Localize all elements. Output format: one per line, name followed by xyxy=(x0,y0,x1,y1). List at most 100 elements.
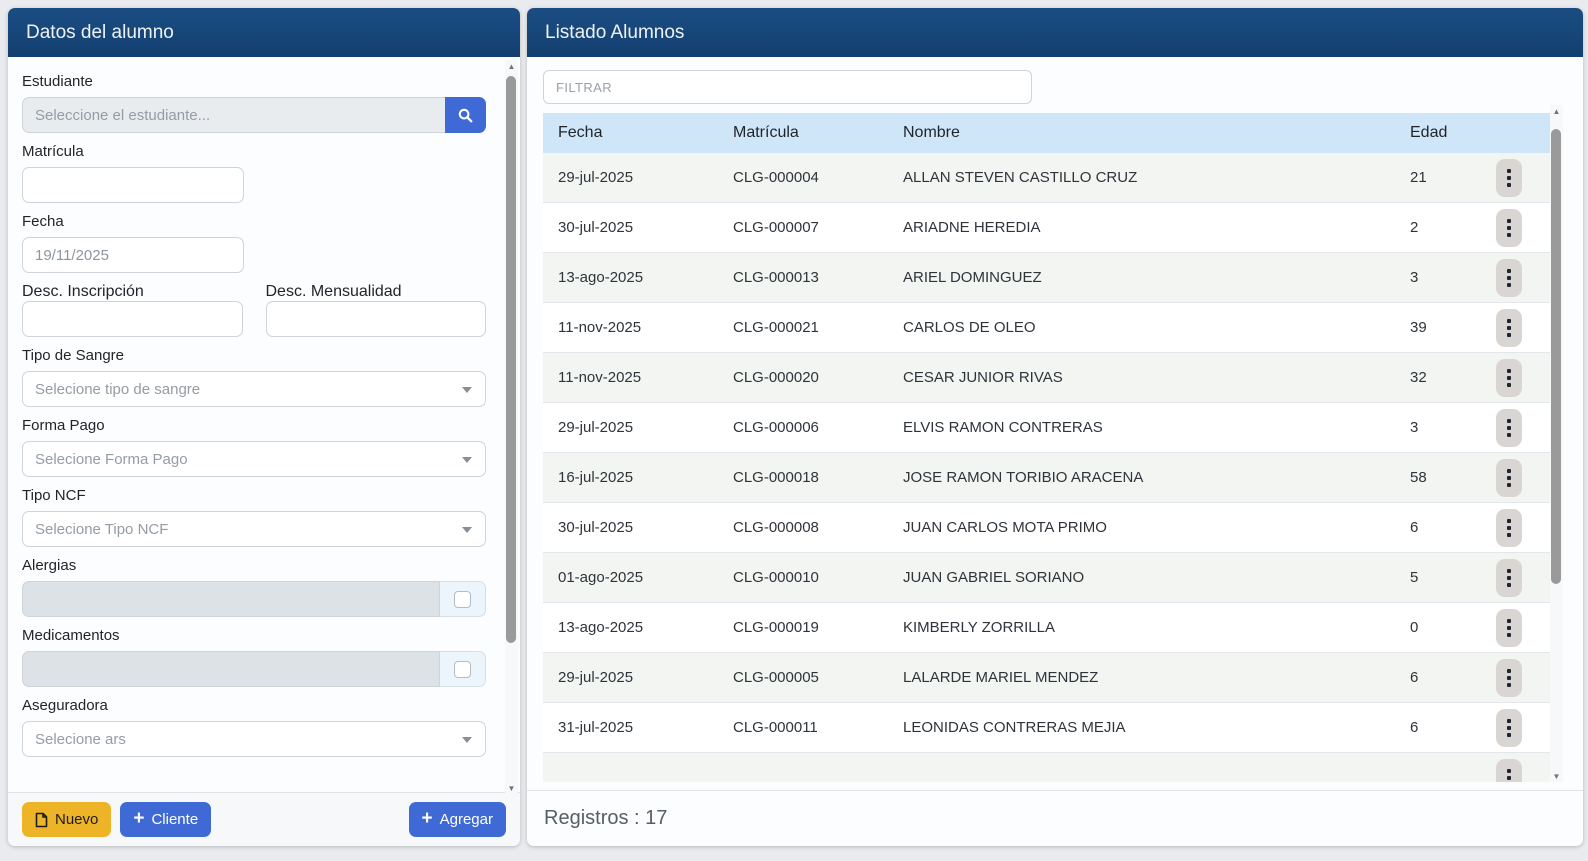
kebab-dot xyxy=(1507,283,1511,287)
cell-actions xyxy=(1490,459,1552,497)
descuentos-field-row: Desc. Inscripción Desc. Mensualidad xyxy=(22,283,486,337)
scroll-up-icon[interactable]: ▲ xyxy=(1550,105,1563,117)
kebab-dot xyxy=(1507,569,1511,573)
medicamentos-label: Medicamentos xyxy=(22,627,486,644)
cell-matricula: CLG-000006 xyxy=(718,419,888,436)
students-table: FechaMatrículaNombreEdad 29-jul-2025CLG-… xyxy=(543,113,1552,782)
table-row xyxy=(543,753,1552,782)
kebab-dot xyxy=(1507,419,1511,423)
scroll-down-icon[interactable]: ▼ xyxy=(505,782,518,794)
cell-actions xyxy=(1490,359,1552,397)
cell-nombre: ARIADNE HEREDIA xyxy=(888,219,1395,236)
cell-nombre: JOSE RAMON TORIBIO ARACENA xyxy=(888,469,1395,486)
aseguradora-select[interactable]: Selecione ars xyxy=(22,721,486,757)
desc-inscripcion-input[interactable] xyxy=(22,301,243,337)
cell-fecha: 29-jul-2025 xyxy=(543,669,718,686)
row-actions-button[interactable] xyxy=(1496,209,1522,247)
student-search-button[interactable] xyxy=(445,97,486,133)
cell-nombre: KIMBERLY ZORRILLA xyxy=(888,619,1395,636)
kebab-dot xyxy=(1507,383,1511,387)
cell-edad: 58 xyxy=(1395,469,1490,486)
row-actions-button[interactable] xyxy=(1496,609,1522,647)
cell-edad: 2 xyxy=(1395,219,1490,236)
row-actions-button[interactable] xyxy=(1496,759,1522,783)
left-scrollbar-thumb[interactable] xyxy=(506,76,516,643)
cliente-button[interactable]: + Cliente xyxy=(120,802,211,837)
forma-pago-select[interactable]: Selecione Forma Pago xyxy=(22,441,486,477)
row-actions-button[interactable] xyxy=(1496,559,1522,597)
cell-matricula: CLG-000013 xyxy=(718,269,888,286)
agregar-button[interactable]: + Agregar xyxy=(409,802,506,837)
row-actions-button[interactable] xyxy=(1496,659,1522,697)
kebab-dot xyxy=(1507,676,1511,680)
alergias-checkbox[interactable] xyxy=(454,591,471,608)
filter-input[interactable] xyxy=(543,70,1032,104)
scroll-down-icon[interactable]: ▼ xyxy=(1550,770,1563,782)
desc-mensualidad-input[interactable] xyxy=(266,301,487,337)
medicamentos-checkbox[interactable] xyxy=(454,661,471,678)
left-panel-title: Datos del alumno xyxy=(26,22,174,44)
table-scrollbar[interactable]: ▲ ▼ xyxy=(1550,105,1563,782)
table-row: 31-jul-2025CLG-000011LEONIDAS CONTRERAS … xyxy=(543,703,1552,753)
tipo-sangre-label: Tipo de Sangre xyxy=(22,347,486,364)
row-actions-button[interactable] xyxy=(1496,309,1522,347)
estudiante-input[interactable] xyxy=(22,97,445,133)
column-header-fecha: Fecha xyxy=(543,124,718,142)
student-form-body: Estudiante Matrícula Fecha xyxy=(8,57,520,792)
table-scrollbar-thumb[interactable] xyxy=(1551,129,1561,584)
row-actions-button[interactable] xyxy=(1496,409,1522,447)
cell-fecha: 29-jul-2025 xyxy=(543,169,718,186)
estudiante-field-group: Estudiante xyxy=(22,73,486,133)
students-list-panel: Listado Alumnos FechaMatrículaNombreEdad… xyxy=(527,8,1583,846)
cell-nombre: JUAN CARLOS MOTA PRIMO xyxy=(888,519,1395,536)
cell-nombre: ALLAN STEVEN CASTILLO CRUZ xyxy=(888,169,1395,186)
kebab-dot xyxy=(1507,226,1511,230)
table-body: 29-jul-2025CLG-000004ALLAN STEVEN CASTIL… xyxy=(543,153,1552,782)
tipo-ncf-field-group: Tipo NCF Selecione Tipo NCF xyxy=(22,487,486,547)
chevron-down-icon xyxy=(462,387,472,393)
row-actions-button[interactable] xyxy=(1496,159,1522,197)
cell-fecha: 13-ago-2025 xyxy=(543,619,718,636)
kebab-dot xyxy=(1507,733,1511,737)
records-count-footer: Registros : 17 xyxy=(527,790,1583,846)
aseguradora-label: Aseguradora xyxy=(22,697,486,714)
scroll-up-icon[interactable]: ▲ xyxy=(505,60,518,72)
medicamentos-field-group: Medicamentos xyxy=(22,627,486,687)
kebab-dot xyxy=(1507,726,1511,730)
row-actions-button[interactable] xyxy=(1496,459,1522,497)
row-actions-button[interactable] xyxy=(1496,709,1522,747)
kebab-dot xyxy=(1507,333,1511,337)
tipo-sangre-select[interactable]: Selecione tipo de sangre xyxy=(22,371,486,407)
aseguradora-select-placeholder: Selecione ars xyxy=(35,731,126,748)
fecha-field-group: Fecha xyxy=(22,213,486,273)
tipo-sangre-field-group: Tipo de Sangre Selecione tipo de sangre xyxy=(22,347,486,407)
cell-fecha: 30-jul-2025 xyxy=(543,519,718,536)
page: Datos del alumno Estudiante Matrícula xyxy=(0,0,1588,861)
row-actions-button[interactable] xyxy=(1496,259,1522,297)
right-panel-title: Listado Alumnos xyxy=(545,22,684,44)
medicamentos-checkbox-addon xyxy=(440,651,486,687)
row-actions-button[interactable] xyxy=(1496,359,1522,397)
left-panel-header: Datos del alumno xyxy=(8,8,520,57)
cell-edad: 3 xyxy=(1395,269,1490,286)
cell-fecha: 11-nov-2025 xyxy=(543,319,718,336)
table-row: 11-nov-2025CLG-000021CARLOS DE OLEO39 xyxy=(543,303,1552,353)
row-actions-button[interactable] xyxy=(1496,509,1522,547)
cell-actions xyxy=(1490,409,1552,447)
kebab-dot xyxy=(1507,626,1511,630)
matricula-input[interactable] xyxy=(22,167,244,203)
cell-nombre: LEONIDAS CONTRERAS MEJIA xyxy=(888,719,1395,736)
fecha-input[interactable] xyxy=(22,237,244,273)
alergias-input[interactable] xyxy=(22,581,440,617)
records-count-label: Registros : 17 xyxy=(544,807,667,830)
left-panel-scrollbar[interactable]: ▲ ▼ xyxy=(505,60,518,794)
cell-edad: 6 xyxy=(1395,519,1490,536)
cell-edad: 5 xyxy=(1395,569,1490,586)
search-icon xyxy=(458,108,473,123)
nuevo-button[interactable]: Nuevo xyxy=(22,802,111,837)
table-row: 30-jul-2025CLG-000008JUAN CARLOS MOTA PR… xyxy=(543,503,1552,553)
cell-matricula: CLG-000011 xyxy=(718,719,888,736)
tipo-ncf-select[interactable]: Selecione Tipo NCF xyxy=(22,511,486,547)
cell-matricula: CLG-000019 xyxy=(718,619,888,636)
medicamentos-input[interactable] xyxy=(22,651,440,687)
